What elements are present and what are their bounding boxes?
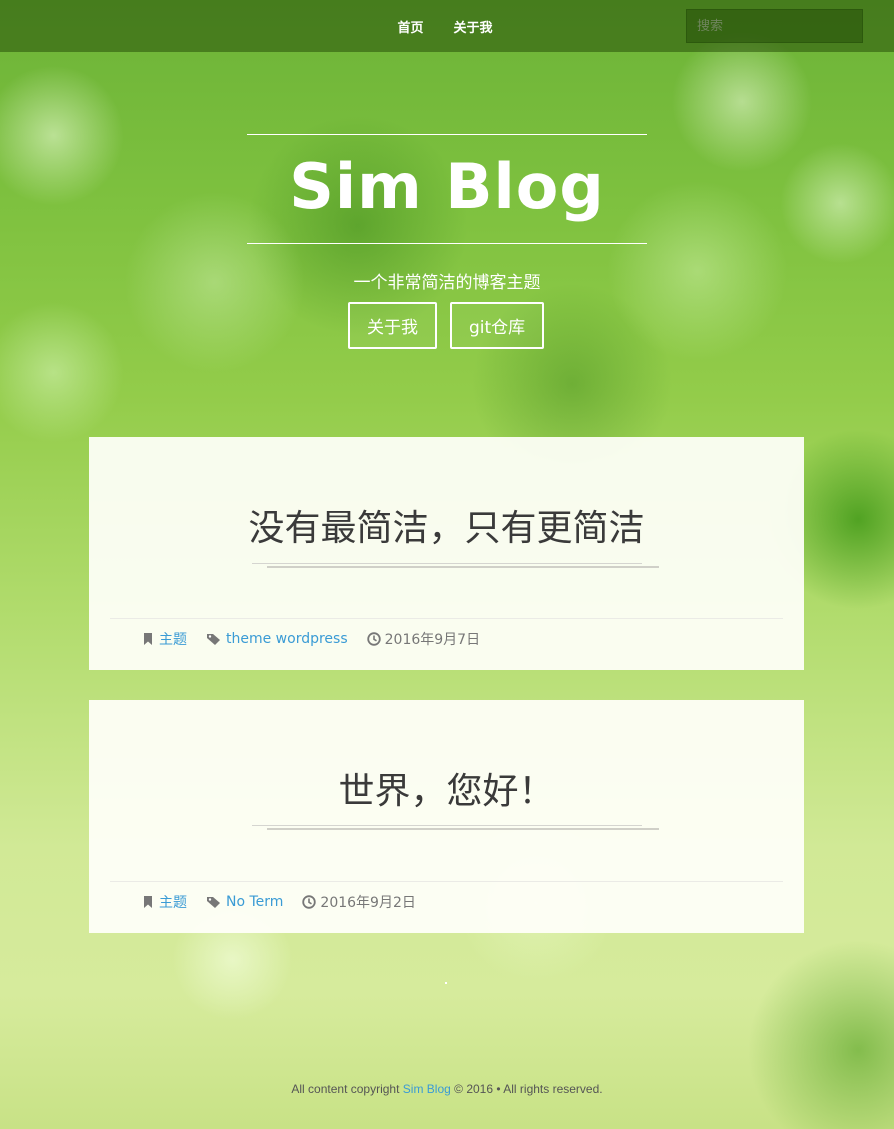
post-card: 世界，您好！ 主题 No Term 2016年9月2日 [89, 700, 804, 933]
hero-top-divider [247, 134, 647, 135]
site-tagline: 一个非常简洁的博客主题 [353, 273, 541, 293]
meta-tags: theme wordpress [206, 631, 348, 647]
category-link[interactable]: 主题 [159, 892, 187, 912]
meta-divider [110, 881, 783, 882]
post-meta: 主题 No Term 2016年9月2日 [141, 892, 435, 912]
footer: All content copyright Sim Blog © 2016 • … [0, 1082, 894, 1096]
nav-links: 首页 关于我 [397, 17, 492, 36]
site-title: Sim Blog [289, 150, 605, 223]
post-date: 2016年9月2日 [320, 895, 416, 911]
meta-tags: No Term [206, 894, 283, 910]
post-meta: 主题 theme wordpress 2016年9月7日 [141, 629, 499, 649]
title-underline [252, 825, 659, 830]
post-date: 2016年9月7日 [384, 632, 481, 648]
hero-buttons: 关于我 git仓库 [348, 302, 545, 349]
meta-date: 2016年9月2日 [302, 892, 416, 912]
nav-link-home[interactable]: 首页 [397, 17, 423, 36]
footer-prefix: All content copyright [291, 1082, 400, 1096]
tag-icon [207, 634, 220, 645]
bookmark-icon [144, 633, 152, 645]
meta-divider [110, 618, 783, 619]
post-card: 没有最简洁，只有更简洁 主题 theme wordpress 2016年9月7日 [89, 437, 804, 670]
git-repo-button[interactable]: git仓库 [450, 302, 545, 349]
search-input[interactable] [686, 9, 863, 43]
post-title[interactable]: 世界，您好！ [89, 762, 804, 814]
clock-icon [302, 895, 317, 909]
footer-suffix: © 2016 • All rights reserved. [454, 1082, 603, 1096]
title-underline [252, 563, 659, 568]
about-me-button[interactable]: 关于我 [348, 302, 437, 349]
post-title[interactable]: 没有最简洁，只有更简洁 [89, 499, 804, 551]
tags-link[interactable]: theme wordpress [226, 631, 348, 647]
bookmark-icon [144, 896, 152, 908]
tags-link[interactable]: No Term [226, 894, 283, 910]
hero-bottom-divider [247, 243, 647, 244]
footer-site-link[interactable]: Sim Blog [403, 1082, 451, 1096]
tag-icon [207, 897, 220, 908]
meta-category: 主题 [141, 629, 187, 649]
category-link[interactable]: 主题 [159, 629, 187, 649]
nav-link-about[interactable]: 关于我 [454, 17, 493, 36]
meta-category: 主题 [141, 892, 187, 912]
pagination-dot [445, 982, 447, 984]
meta-date: 2016年9月7日 [366, 629, 481, 649]
clock-icon [366, 632, 381, 646]
